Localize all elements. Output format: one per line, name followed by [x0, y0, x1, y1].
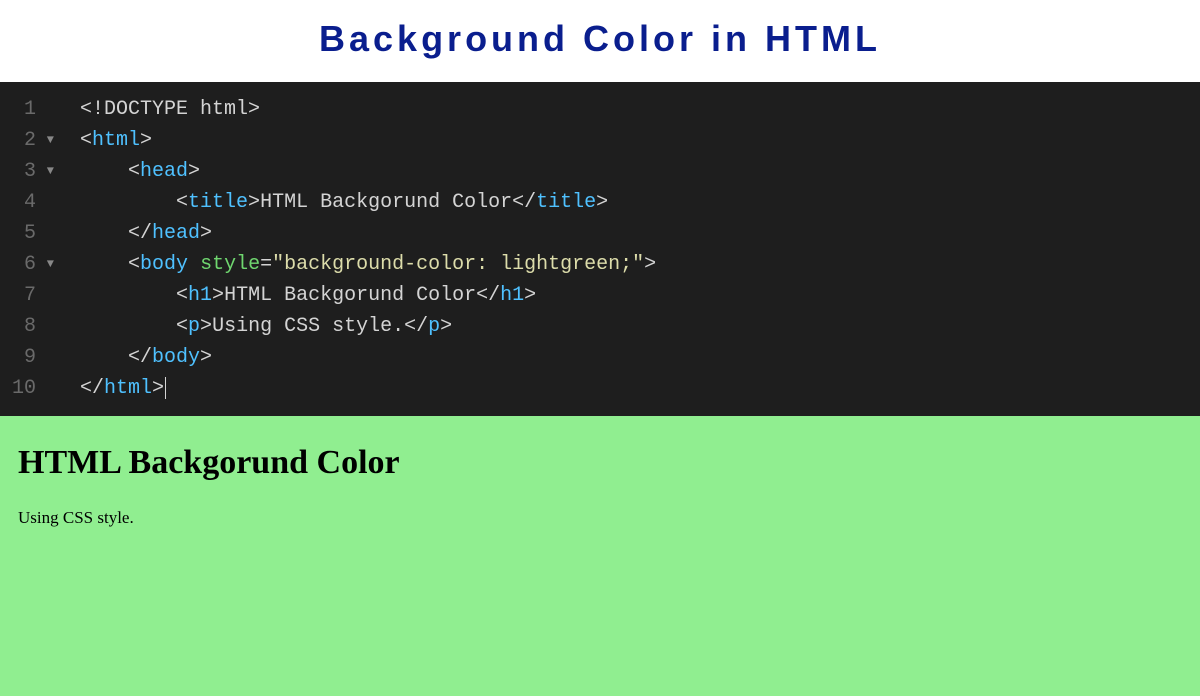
text-cursor — [165, 377, 166, 399]
line-number: 3 — [24, 156, 36, 187]
token-tag-bracket: > — [212, 284, 224, 307]
token-tag-bracket: > — [200, 315, 212, 338]
token-tag-bracket: < — [176, 315, 188, 338]
rendered-preview: HTML Backgorund Color Using CSS style. — [0, 416, 1200, 696]
line-gutter: 6▼ — [0, 249, 60, 280]
token-doctype: <!DOCTYPE html> — [80, 98, 260, 121]
token-tag-bracket: > — [200, 222, 212, 245]
code-editor[interactable]: 1<!DOCTYPE html>2▼<html>3▼ <head>4 <titl… — [0, 82, 1200, 416]
code-content[interactable]: <head> — [60, 156, 200, 187]
code-content[interactable]: <h1>HTML Backgorund Color</h1> — [60, 280, 536, 311]
token-text-content: Using CSS style. — [212, 315, 404, 338]
line-number: 9 — [24, 342, 36, 373]
code-line[interactable]: 9 </body> — [0, 342, 1200, 373]
fold-icon[interactable]: ▼ — [42, 131, 54, 150]
token-tag-bracket: < — [176, 284, 188, 307]
code-line[interactable]: 2▼<html> — [0, 125, 1200, 156]
token-attr-value: "background-color: lightgreen;" — [272, 253, 644, 276]
line-gutter: 9 — [0, 342, 60, 373]
token-tag-bracket: > — [248, 191, 260, 214]
fold-icon[interactable]: ▼ — [42, 255, 54, 274]
token-tag-bracket: > — [140, 129, 152, 152]
code-line[interactable]: 5 </head> — [0, 218, 1200, 249]
token-tag-bracket: </ — [404, 315, 428, 338]
token-text-content — [188, 253, 200, 276]
line-number: 5 — [24, 218, 36, 249]
token-tag-bracket: > — [596, 191, 608, 214]
code-content[interactable]: </body> — [60, 342, 212, 373]
token-tag-bracket: </ — [512, 191, 536, 214]
token-tag-bracket: = — [260, 253, 272, 276]
token-tag-bracket: > — [524, 284, 536, 307]
code-line[interactable]: 6▼ <body style="background-color: lightg… — [0, 249, 1200, 280]
code-line[interactable]: 1 <!DOCTYPE html> — [0, 94, 1200, 125]
code-content[interactable]: <body style="background-color: lightgree… — [60, 249, 656, 280]
token-tag-name: body — [140, 253, 188, 276]
line-number: 4 — [24, 187, 36, 218]
preview-heading: HTML Backgorund Color — [18, 444, 1182, 482]
token-tag-bracket: > — [440, 315, 452, 338]
token-tag-bracket: > — [644, 253, 656, 276]
token-tag-name: p — [428, 315, 440, 338]
token-tag-name: title — [188, 191, 248, 214]
token-tag-bracket: < — [80, 129, 92, 152]
token-tag-name: p — [188, 315, 200, 338]
code-content[interactable]: <html> — [60, 125, 152, 156]
page-title: Background Color in HTML — [0, 18, 1200, 60]
code-line[interactable]: 10 </html> — [0, 373, 1200, 404]
code-line[interactable]: 3▼ <head> — [0, 156, 1200, 187]
token-tag-bracket: < — [128, 160, 140, 183]
code-content[interactable]: </head> — [60, 218, 212, 249]
line-gutter: 5 — [0, 218, 60, 249]
code-line[interactable]: 4 <title>HTML Backgorund Color</title> — [0, 187, 1200, 218]
line-gutter: 4 — [0, 187, 60, 218]
token-attr-name: style — [200, 253, 260, 276]
token-tag-name: head — [152, 222, 200, 245]
token-tag-bracket: </ — [128, 222, 152, 245]
code-content[interactable]: </html> — [60, 373, 166, 404]
line-gutter: 2▼ — [0, 125, 60, 156]
token-tag-bracket: < — [128, 253, 140, 276]
token-tag-bracket: </ — [80, 377, 104, 400]
fold-icon[interactable]: ▼ — [42, 162, 54, 181]
line-number: 8 — [24, 311, 36, 342]
token-tag-name: h1 — [188, 284, 212, 307]
code-content[interactable]: <title>HTML Backgorund Color</title> — [60, 187, 608, 218]
token-text-content: HTML Backgorund Color — [260, 191, 512, 214]
token-tag-name: title — [536, 191, 596, 214]
line-number: 7 — [24, 280, 36, 311]
line-gutter: 3▼ — [0, 156, 60, 187]
token-tag-bracket: </ — [476, 284, 500, 307]
code-content[interactable]: <!DOCTYPE html> — [60, 94, 260, 125]
token-tag-name: h1 — [500, 284, 524, 307]
token-tag-bracket: > — [152, 377, 164, 400]
token-tag-name: body — [152, 346, 200, 369]
line-gutter: 1 — [0, 94, 60, 125]
page-header: Background Color in HTML — [0, 0, 1200, 82]
token-tag-bracket: > — [200, 346, 212, 369]
token-tag-bracket: </ — [128, 346, 152, 369]
line-number: 10 — [12, 373, 36, 404]
line-number: 6 — [24, 249, 36, 280]
line-gutter: 7 — [0, 280, 60, 311]
token-tag-name: html — [92, 129, 140, 152]
code-line[interactable]: 8 <p>Using CSS style.</p> — [0, 311, 1200, 342]
code-content[interactable]: <p>Using CSS style.</p> — [60, 311, 452, 342]
code-line[interactable]: 7 <h1>HTML Backgorund Color</h1> — [0, 280, 1200, 311]
line-number: 2 — [24, 125, 36, 156]
line-gutter: 10 — [0, 373, 60, 404]
token-text-content: HTML Backgorund Color — [224, 284, 476, 307]
token-tag-bracket: > — [188, 160, 200, 183]
token-tag-name: head — [140, 160, 188, 183]
preview-paragraph: Using CSS style. — [18, 508, 1182, 528]
line-number: 1 — [24, 94, 36, 125]
token-tag-name: html — [104, 377, 152, 400]
token-tag-bracket: < — [176, 191, 188, 214]
line-gutter: 8 — [0, 311, 60, 342]
